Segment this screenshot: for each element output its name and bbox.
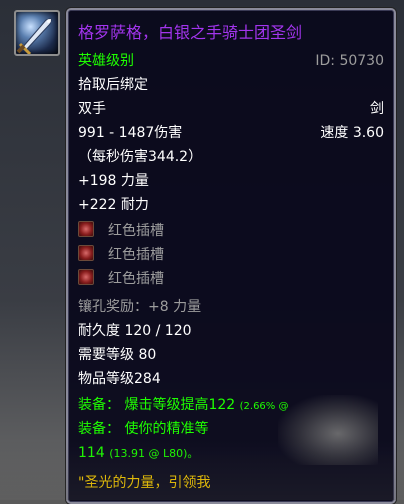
- socket-bonus: 镶孔奖励：+8 力量: [78, 299, 202, 315]
- socket-label: 红色插槽: [108, 271, 164, 287]
- socket-label: 红色插槽: [108, 247, 164, 263]
- item-quality: 英雄级别: [78, 53, 134, 69]
- dps: （每秒伤害344.2）: [78, 149, 203, 165]
- durability: 耐久度 120 / 120: [78, 323, 192, 339]
- item-name: 格罗萨格，白银之手骑士团圣剑: [78, 23, 303, 42]
- socket-row: 红色插槽: [78, 244, 384, 266]
- equip-crit: 装备： 爆击等级提高122 (2.66% @: [78, 394, 384, 418]
- equip-hit-value-row: 114 (13.91 @ L80)。: [78, 442, 384, 465]
- stat-stamina: +222 耐力: [78, 197, 149, 213]
- sword-icon[interactable]: [14, 10, 60, 56]
- damage-row: 991 - 1487伤害 速度 3.60: [78, 122, 384, 144]
- required-level: 需要等级 80: [78, 347, 157, 363]
- equip-hit-value: 114: [78, 445, 105, 461]
- socket-label: 红色插槽: [108, 223, 164, 239]
- equip-hit-note: (13.91 @ L80)。: [109, 447, 199, 460]
- weapon-speed: 速度 3.60: [320, 125, 384, 141]
- red-socket-icon: [78, 269, 94, 285]
- bind-type: 拾取后绑定: [78, 77, 148, 93]
- flavor-text: "圣光的力量，引领我: [78, 475, 211, 491]
- hand-type: 双手: [78, 101, 106, 117]
- stat-strength: +198 力量: [78, 173, 149, 189]
- item-level: 物品等级284: [78, 371, 161, 387]
- weapon-type: 剑: [370, 101, 384, 117]
- item-id: ID: 50730: [315, 53, 384, 69]
- red-socket-icon: [78, 221, 94, 237]
- equip-crit-text: 装备： 爆击等级提高122: [78, 397, 236, 413]
- damage-range: 991 - 1487伤害: [78, 125, 183, 141]
- red-socket-icon: [78, 245, 94, 261]
- equip-hit: 装备： 使你的精准等: [78, 421, 209, 437]
- item-quality-row: 英雄级别 ID: 50730: [78, 50, 384, 72]
- equip-crit-note: (2.66% @: [239, 401, 289, 412]
- slot-row: 双手 剑: [78, 98, 384, 120]
- socket-row: 红色插槽: [78, 220, 384, 242]
- socket-row: 红色插槽: [78, 268, 384, 290]
- item-tooltip: 格罗萨格，白银之手骑士团圣剑 英雄级别 ID: 50730 拾取后绑定 双手 剑…: [66, 8, 396, 504]
